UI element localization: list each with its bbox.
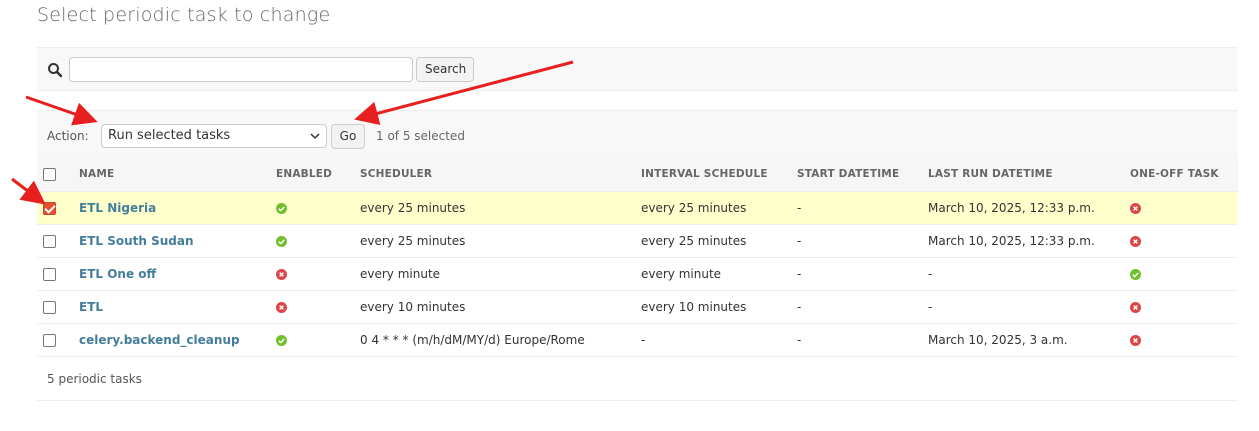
column-header-enabled[interactable]: ENABLED	[270, 158, 354, 192]
one-off-task-cell	[1124, 191, 1238, 225]
yes-icon	[1130, 268, 1141, 280]
column-header-one-off-task[interactable]: ONE-OFF TASK	[1124, 158, 1238, 192]
interval-schedule-cell: every 25 minutes	[635, 191, 791, 225]
row-select-cell	[37, 224, 73, 258]
table-row: ETL South Sudan every 25 minutes every 25 …	[37, 224, 1238, 258]
row-select-checkbox[interactable]	[43, 267, 56, 281]
start-datetime-cell: -	[791, 323, 922, 357]
one-off-task-cell	[1124, 290, 1238, 324]
last-run-datetime-cell: -	[922, 290, 1124, 324]
yes-icon	[276, 202, 287, 214]
row-select-cell	[37, 323, 73, 357]
row-select-cell	[37, 257, 73, 291]
task-name-cell: ETL Nigeria	[73, 191, 270, 225]
last-run-datetime-cell: March 10, 2025, 12:33 p.m.	[922, 224, 1124, 258]
scheduler-cell: 0 4 * * * (m/h/dM/MY/d) Europe/Rome	[354, 323, 635, 357]
no-icon	[1130, 235, 1141, 247]
no-icon	[276, 301, 287, 313]
start-datetime-cell: -	[791, 224, 922, 258]
search-icon	[48, 63, 63, 78]
no-icon	[276, 268, 287, 280]
task-name-link[interactable]: ETL South Sudan	[79, 234, 194, 248]
interval-schedule-cell: every 10 minutes	[635, 290, 791, 324]
row-select-cell	[37, 191, 73, 225]
interval-schedule-cell: -	[635, 323, 791, 357]
column-header-last-run-datetime[interactable]: LAST RUN DATETIME	[922, 158, 1124, 192]
last-run-datetime-cell: March 10, 2025, 3 a.m.	[922, 323, 1124, 357]
one-off-task-cell	[1124, 224, 1238, 258]
table-header-row: NAME ENABLED SCHEDULER INTERVAL SCHEDULE…	[37, 158, 1238, 192]
table-row: celery.backend_cleanup 0 4 * * * (m/h/dM/…	[37, 323, 1238, 357]
yes-icon	[276, 334, 287, 346]
column-header-scheduler[interactable]: SCHEDULER	[354, 158, 635, 192]
enabled-cell	[270, 191, 354, 225]
row-select-checkbox[interactable]	[43, 333, 56, 347]
action-label: Action:	[47, 129, 89, 143]
select-all-checkbox[interactable]	[43, 167, 56, 181]
task-name-link[interactable]: celery.backend_cleanup	[79, 333, 240, 347]
go-button[interactable]: Go	[331, 124, 365, 149]
task-name-cell: ETL	[73, 290, 270, 324]
one-off-task-cell	[1124, 257, 1238, 291]
task-name-cell: ETL South Sudan	[73, 224, 270, 258]
page-title: Select periodic task to change	[37, 4, 331, 26]
row-select-checkbox[interactable]	[43, 300, 56, 314]
search-toolbar: Search	[37, 47, 1238, 91]
enabled-cell	[270, 290, 354, 324]
interval-schedule-cell: every minute	[635, 257, 791, 291]
last-run-datetime-cell: -	[922, 257, 1124, 291]
search-input[interactable]	[69, 57, 413, 82]
column-header-interval-schedule[interactable]: INTERVAL SCHEDULE	[635, 158, 791, 192]
start-datetime-cell: -	[791, 290, 922, 324]
task-name-cell: ETL One off	[73, 257, 270, 291]
no-icon	[1130, 301, 1141, 313]
task-name-link[interactable]: ETL Nigeria	[79, 201, 156, 215]
select-all-cell	[37, 158, 73, 192]
start-datetime-cell: -	[791, 191, 922, 225]
enabled-cell	[270, 257, 354, 291]
actions-bar: Action: Run selected tasks Go 1 of 5 sel…	[37, 110, 1238, 158]
scheduler-cell: every 10 minutes	[354, 290, 635, 324]
no-icon	[1130, 334, 1141, 346]
one-off-task-cell	[1124, 323, 1238, 357]
last-run-datetime-cell: March 10, 2025, 12:33 p.m.	[922, 191, 1124, 225]
column-header-start-datetime[interactable]: START DATETIME	[791, 158, 922, 192]
scheduler-cell: every minute	[354, 257, 635, 291]
start-datetime-cell: -	[791, 257, 922, 291]
task-name-cell: celery.backend_cleanup	[73, 323, 270, 357]
column-header-name[interactable]: NAME	[73, 158, 270, 192]
result-count: 5 periodic tasks	[37, 357, 1238, 401]
row-select-checkbox[interactable]	[43, 201, 56, 215]
search-button[interactable]: Search	[416, 57, 474, 82]
task-name-link[interactable]: ETL	[79, 300, 103, 314]
results-table: NAME ENABLED SCHEDULER INTERVAL SCHEDULE…	[37, 158, 1238, 357]
action-select-value: Run selected tasks	[108, 128, 231, 143]
yes-icon	[276, 235, 287, 247]
row-select-checkbox[interactable]	[43, 234, 56, 248]
no-icon	[1130, 202, 1141, 214]
scheduler-cell: every 25 minutes	[354, 224, 635, 258]
table-row: ETL every 10 minutes every 10 minutes - -	[37, 290, 1238, 324]
selection-counter: 1 of 5 selected	[376, 129, 465, 143]
table-row: ETL One off every minute every minute - -	[37, 257, 1238, 291]
action-select[interactable]: Run selected tasks	[101, 124, 327, 148]
enabled-cell	[270, 323, 354, 357]
table-row: ETL Nigeria every 25 minutes every 25 minu…	[37, 191, 1238, 225]
scheduler-cell: every 25 minutes	[354, 191, 635, 225]
task-name-link[interactable]: ETL One off	[79, 267, 156, 281]
chevron-down-icon	[310, 133, 320, 140]
interval-schedule-cell: every 25 minutes	[635, 224, 791, 258]
enabled-cell	[270, 224, 354, 258]
row-select-cell	[37, 290, 73, 324]
